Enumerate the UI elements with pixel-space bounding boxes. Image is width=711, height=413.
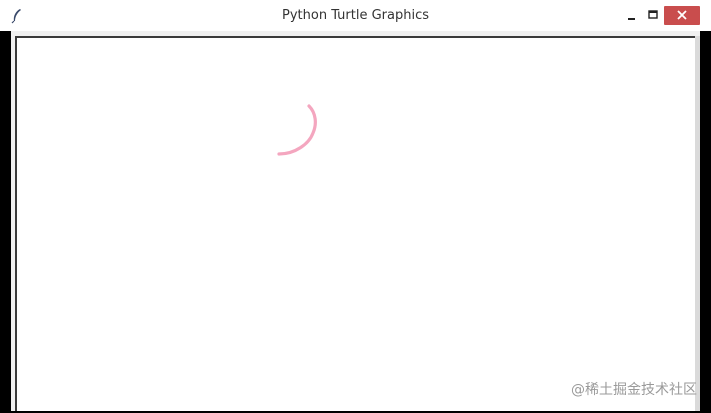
pink-arc-stroke [277, 104, 317, 156]
minimize-icon [628, 18, 635, 20]
turtle-window: Python Turtle Graphics @稀土掘金技术社区 [0, 0, 711, 411]
close-button[interactable] [664, 6, 700, 25]
canvas-right-edge [695, 36, 700, 411]
watermark-text: @稀土掘金技术社区 [571, 382, 697, 398]
close-icon [677, 10, 687, 20]
title-bar[interactable]: Python Turtle Graphics [0, 0, 711, 31]
maximize-button[interactable] [642, 6, 664, 25]
minimize-button[interactable] [620, 6, 642, 25]
turtle-drawing [277, 104, 317, 156]
turtle-canvas[interactable] [15, 36, 695, 411]
window-title: Python Turtle Graphics [282, 8, 429, 23]
maximize-icon [648, 10, 658, 19]
